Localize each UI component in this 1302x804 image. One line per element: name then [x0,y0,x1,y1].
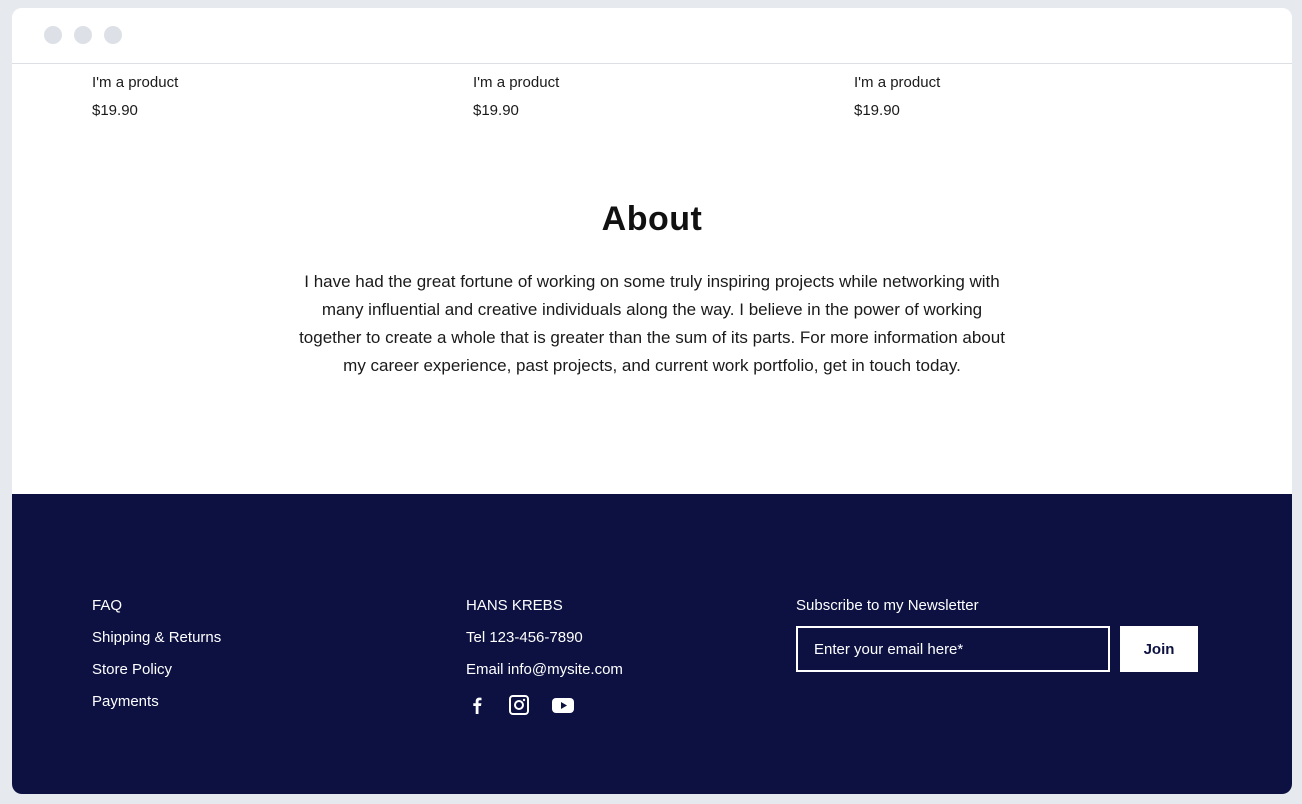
contact-email: Email info@mysite.com [466,661,623,678]
product-card[interactable]: I'm a product $19.90 [92,72,178,122]
email-input[interactable] [796,626,1110,672]
window-minimize-dot[interactable] [74,26,92,44]
instagram-icon[interactable] [508,694,530,716]
footer-link-shipping-returns[interactable]: Shipping & Returns [92,622,221,654]
product-card[interactable]: I'm a product $19.90 [473,72,559,122]
newsletter-signup: Subscribe to my Newsletter Join [796,590,1198,672]
window-titlebar [12,8,1292,64]
product-card[interactable]: I'm a product $19.90 [854,72,940,122]
footer-link-faq[interactable]: FAQ [92,590,221,622]
footer-link-payments[interactable]: Payments [92,686,221,718]
contact-name: HANS KREBS [466,597,563,614]
about-heading: About [601,200,703,238]
about-paragraph: I have had the great fortune of working … [299,272,1005,375]
browser-window: I'm a product $19.90 I'm a product $19.9… [12,8,1292,794]
site-footer: FAQ Shipping & Returns Store Policy Paym… [12,494,1292,794]
product-name[interactable]: I'm a product [473,72,559,100]
product-name[interactable]: I'm a product [854,72,940,100]
window-maximize-dot[interactable] [104,26,122,44]
product-price: $19.90 [473,102,519,119]
footer-link-store-policy[interactable]: Store Policy [92,654,221,686]
social-bar [466,694,596,716]
footer-links: FAQ Shipping & Returns Store Policy Paym… [92,590,221,718]
product-price: $19.90 [854,102,900,119]
youtube-icon[interactable] [550,694,576,716]
product-price: $19.90 [92,102,138,119]
contact-info: HANS KREBS Tel 123-456-7890 Email info@m… [466,590,623,686]
contact-phone: Tel 123-456-7890 [466,629,583,646]
window-close-dot[interactable] [44,26,62,44]
newsletter-label: Subscribe to my Newsletter [796,597,979,614]
facebook-icon[interactable] [466,694,488,716]
join-button[interactable]: Join [1120,626,1198,672]
product-name[interactable]: I'm a product [92,72,178,100]
